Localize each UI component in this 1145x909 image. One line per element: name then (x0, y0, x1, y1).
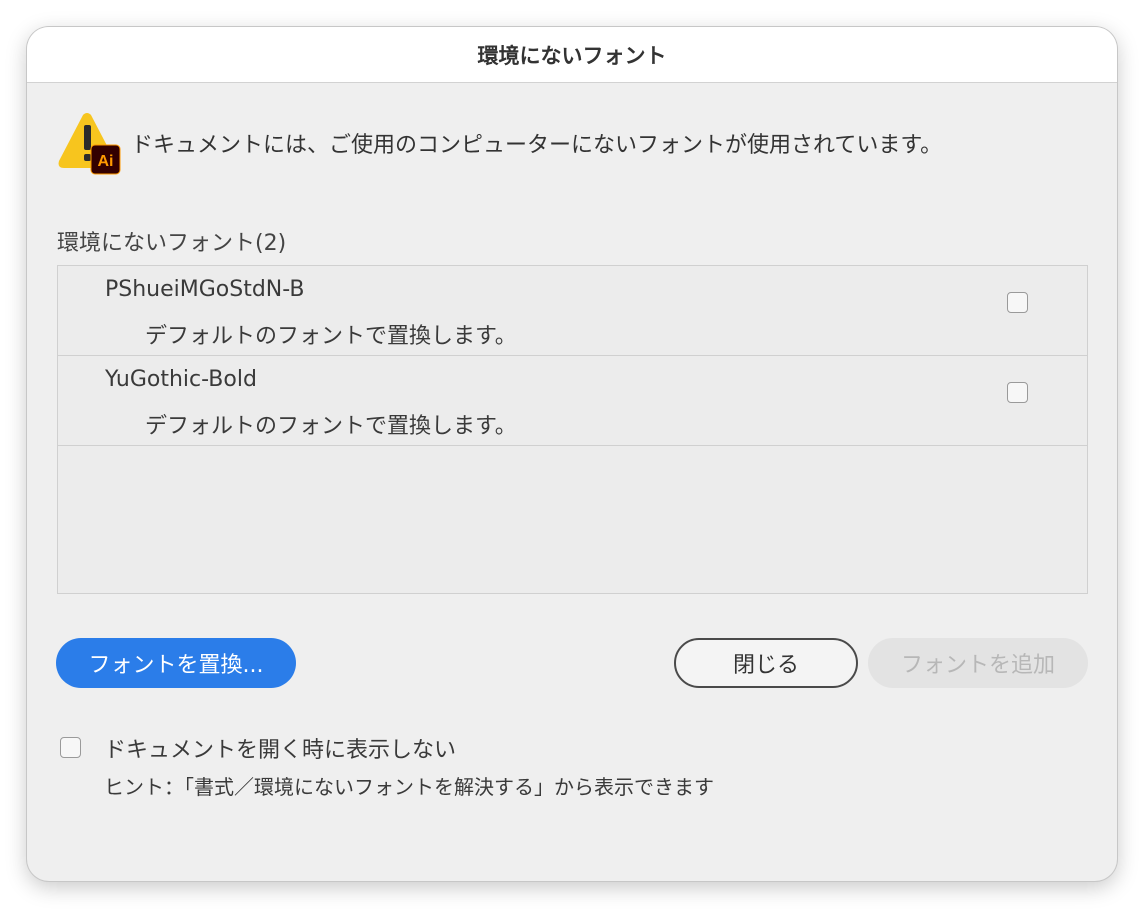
font-row-1: PShueiMGoStdN-B デフォルトのフォントで置換します。 (58, 266, 1087, 356)
warning-triangle-icon: Ai (58, 113, 121, 175)
font-name: PShueiMGoStdN-B (105, 277, 305, 302)
add-font-button: フォントを追加 (868, 638, 1088, 688)
font-replace-note: デフォルトのフォントで置換します。 (145, 414, 517, 439)
ai-badge-text: Ai (98, 153, 114, 170)
missing-fonts-list-heading: 環境にないフォント(2) (57, 231, 287, 256)
close-button[interactable]: 閉じる (674, 638, 858, 688)
font-name: YuGothic-Bold (105, 367, 257, 392)
font-row-checkbox[interactable] (1007, 382, 1028, 403)
missing-fonts-dialog: 環境にないフォント Ai ドキュメントには、ご使用のコンピューターにないフォント… (27, 27, 1117, 881)
missing-fonts-list: PShueiMGoStdN-B デフォルトのフォントで置換します。 YuGoth… (57, 265, 1088, 594)
warning-ai-icon: Ai (57, 112, 121, 176)
font-row-checkbox[interactable] (1007, 292, 1028, 313)
dont-show-on-open-checkbox[interactable] (60, 737, 81, 758)
font-replace-note: デフォルトのフォントで置換します。 (145, 324, 517, 349)
dialog-title: 環境にないフォント (27, 27, 1117, 83)
missing-fonts-message: ドキュメントには、ご使用のコンピューターにないフォントが使用されています。 (131, 133, 943, 158)
font-row-2: YuGothic-Bold デフォルトのフォントで置換します。 (58, 356, 1087, 446)
replace-font-button[interactable]: フォントを置換... (56, 638, 296, 688)
hint-text: ヒント：「書式／環境にないフォントを解決する」から表示できます (104, 775, 714, 799)
illustrator-badge-icon: Ai (90, 144, 121, 175)
dont-show-on-open-label[interactable]: ドキュメントを開く時に表示しない (104, 732, 456, 764)
